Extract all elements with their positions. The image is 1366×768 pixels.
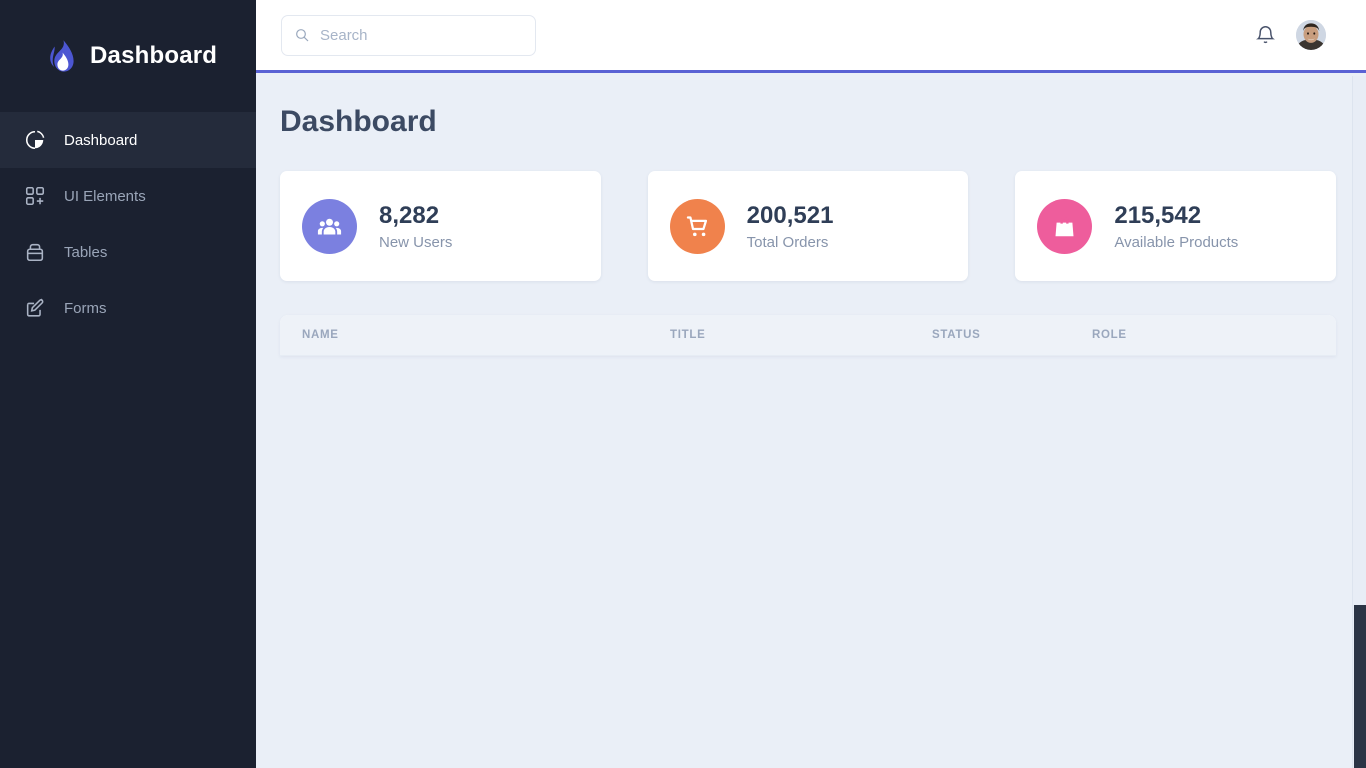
sidebar: Dashboard Dashboard UI Elements Tables F… (0, 0, 256, 768)
users-table: NAME TITLE STATUS ROLE (280, 315, 1336, 356)
stat-value: 8,282 (379, 202, 440, 229)
avatar-image (1296, 20, 1326, 50)
pie-chart-icon (26, 130, 45, 150)
content-area: Dashboard 8,282 New Users 200,521 Total … (256, 73, 1366, 768)
stat-card-available-products[interactable]: 215,542 Available Products (1015, 171, 1337, 281)
search-icon (296, 29, 309, 42)
stat-label: Available Products (1114, 234, 1239, 251)
flame-icon (50, 40, 74, 72)
column-header-title: TITLE (670, 329, 706, 341)
stat-label: New Users (379, 234, 453, 251)
sidebar-item-label: Tables (64, 243, 108, 261)
vertical-scrollbar[interactable] (1352, 76, 1366, 768)
stat-label: Total Orders (746, 234, 829, 251)
shopping-bag-icon (1037, 198, 1093, 254)
table-header-row: NAME TITLE STATUS ROLE (280, 315, 1336, 356)
sidebar-item-label: UI Elements (64, 187, 146, 205)
brand-title: Dashboard (90, 42, 218, 69)
archive-box-icon (26, 243, 44, 262)
sidebar-item-label: Dashboard (64, 131, 138, 149)
brand: Dashboard (0, 0, 256, 112)
page-title: Dashboard (280, 105, 437, 138)
topbar-actions (1255, 20, 1342, 50)
column-header-status: STATUS (932, 329, 981, 341)
sidebar-item-tables[interactable]: Tables (0, 224, 256, 280)
sidebar-item-label: Forms (64, 299, 107, 317)
grid-plus-icon (25, 186, 45, 206)
stat-cards: 8,282 New Users 200,521 Total Orders 215… (280, 171, 1337, 281)
sidebar-item-dashboard[interactable]: Dashboard (0, 112, 256, 168)
search-box[interactable] (281, 14, 536, 56)
stat-value: 200,521 (746, 202, 834, 229)
topbar (256, 0, 1366, 73)
shopping-cart-icon (669, 198, 725, 254)
avatar[interactable] (1296, 20, 1326, 50)
search-input[interactable] (320, 26, 510, 44)
scrollbar-thumb[interactable] (1354, 605, 1366, 768)
column-header-name: NAME (302, 329, 339, 341)
stat-card-total-orders[interactable]: 200,521 Total Orders (647, 171, 969, 281)
sidebar-item-ui-elements[interactable]: UI Elements (0, 168, 256, 224)
edit-square-icon (26, 298, 44, 317)
users-group-icon (302, 198, 357, 254)
stat-card-new-users[interactable]: 8,282 New Users (280, 171, 601, 281)
app-root: Dashboard Dashboard UI Elements Tables F… (0, 0, 1366, 768)
sidebar-item-forms[interactable]: Forms (0, 280, 256, 336)
column-header-role: ROLE (1092, 329, 1127, 341)
stat-value: 215,542 (1114, 202, 1202, 229)
main-area: Dashboard 8,28 (256, 0, 1366, 768)
sidebar-nav: Dashboard UI Elements Tables Forms (0, 112, 256, 336)
bell-icon[interactable] (1255, 24, 1276, 46)
